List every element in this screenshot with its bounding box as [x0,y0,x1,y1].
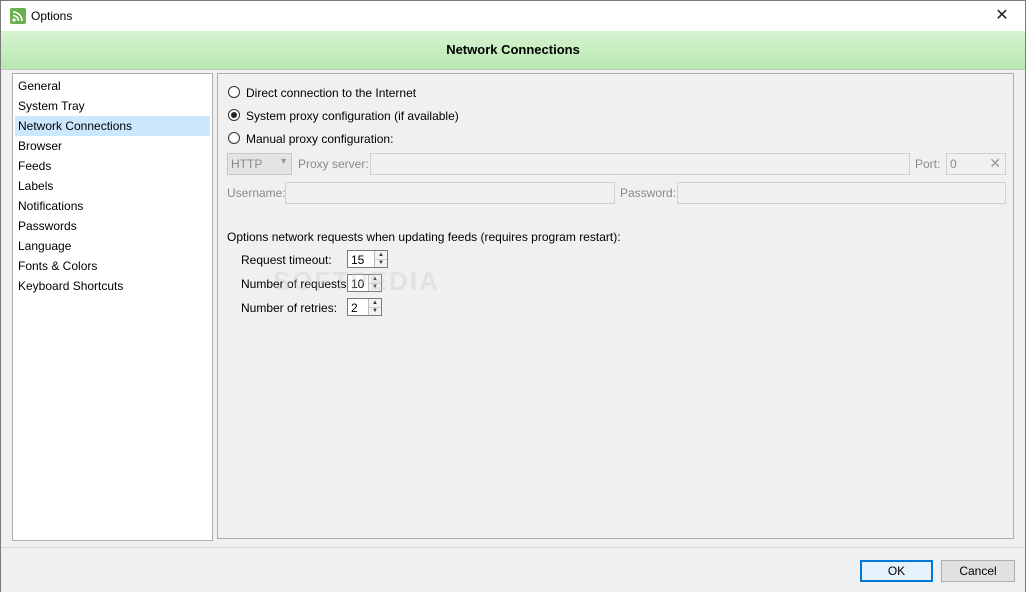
sidebar-item-feeds[interactable]: Feeds [15,156,210,176]
direct-connection-radio[interactable] [228,86,240,98]
dialog-footer: OK Cancel [1,547,1025,592]
manual-proxy-radio[interactable] [228,132,240,144]
sidebar-item-system-tray[interactable]: System Tray [15,96,210,116]
number-of-requests-value: 10 [351,277,365,291]
username-label: Username: [227,186,286,200]
password-input[interactable] [677,182,1006,204]
settings-panel: Direct connection to the Internet System… [217,73,1014,539]
stepper-down-icon[interactable]: ▼ [369,283,381,291]
sidebar-item-notifications[interactable]: Notifications [15,196,210,216]
close-icon[interactable]: ✕ [979,1,1025,31]
username-input[interactable] [285,182,615,204]
window-title: Options [31,9,73,23]
ok-button[interactable]: OK [860,560,933,582]
password-label: Password: [620,186,677,200]
rss-feed-icon [10,8,26,24]
request-timeout-stepper[interactable]: 15 ▲ ▼ [347,250,388,268]
request-timeout-value: 15 [351,253,365,267]
number-of-retries-label: Number of retries: [241,301,338,315]
proxy-server-label: Proxy server: [298,157,369,171]
request-timeout-label: Request timeout: [241,253,332,267]
proxy-type-value: HTTP [231,157,263,171]
system-proxy-radio[interactable] [228,109,240,121]
stepper-buttons: ▲ ▼ [374,251,387,267]
category-list: General System Tray Network Connections … [12,73,213,541]
port-value: 0 [950,157,957,171]
stepper-down-icon[interactable]: ▼ [375,259,387,267]
clear-x-icon[interactable]: ✕ [989,155,1001,172]
number-of-retries-value: 2 [351,301,358,315]
requests-section-label: Options network requests when updating f… [227,230,621,244]
sidebar-item-passwords[interactable]: Passwords [15,216,210,236]
chevron-down-icon: ▼ [279,156,288,166]
proxy-server-input[interactable] [370,153,910,175]
title-bar: Options ✕ [1,1,1025,31]
sidebar-item-language[interactable]: Language [15,236,210,256]
stepper-down-icon[interactable]: ▼ [369,307,381,315]
page-title: Network Connections [446,42,580,57]
sidebar-item-browser[interactable]: Browser [15,136,210,156]
number-of-requests-stepper[interactable]: 10 ▲ ▼ [347,274,382,292]
sidebar-item-general[interactable]: General [15,76,210,96]
page-header: Network Connections [1,31,1025,70]
number-of-requests-label: Number of requests: [241,277,350,291]
port-label: Port: [915,157,941,171]
sidebar-item-labels[interactable]: Labels [15,176,210,196]
proxy-type-select[interactable]: HTTP ▼ [227,153,292,175]
number-of-retries-stepper[interactable]: 2 ▲ ▼ [347,298,382,316]
cancel-button[interactable]: Cancel [941,560,1015,582]
sidebar-item-fonts-colors[interactable]: Fonts & Colors [15,256,210,276]
port-input[interactable]: 0 ✕ [946,153,1006,175]
stepper-buttons: ▲ ▼ [368,299,381,315]
sidebar-item-keyboard-shortcuts[interactable]: Keyboard Shortcuts [15,276,210,296]
system-proxy-label: System proxy configuration (if available… [246,109,459,123]
sidebar-item-network-connections[interactable]: Network Connections [15,116,210,136]
manual-proxy-label: Manual proxy configuration: [246,132,394,146]
stepper-buttons: ▲ ▼ [368,275,381,291]
direct-connection-label: Direct connection to the Internet [246,86,417,100]
options-window: Options ✕ Network Connections General Sy… [0,0,1026,592]
